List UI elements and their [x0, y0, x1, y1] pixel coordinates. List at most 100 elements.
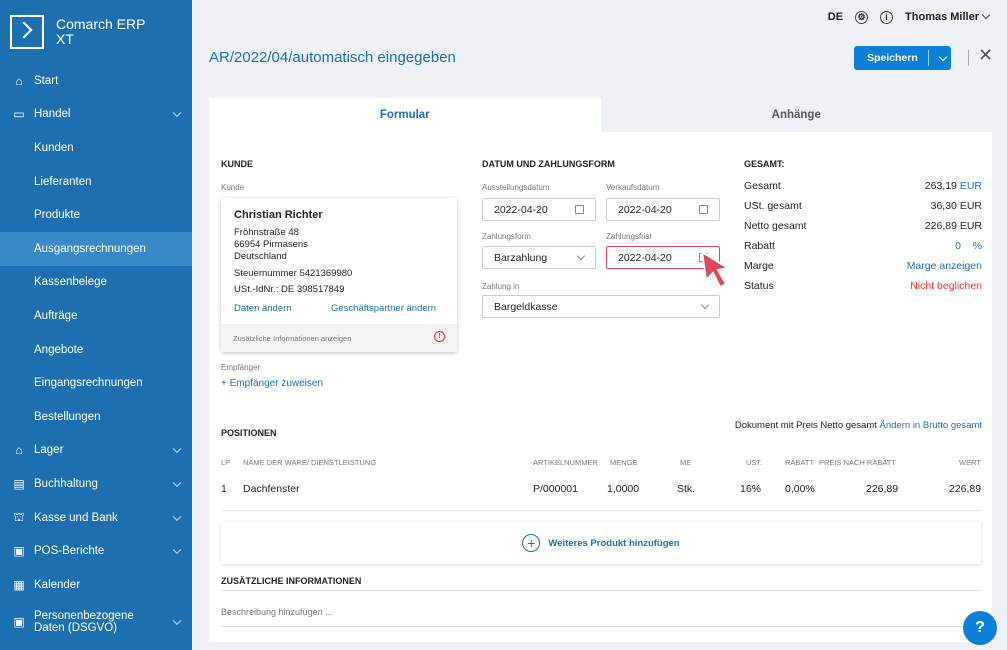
- top-bar: DE ⚙ i Thomas Miller: [192, 0, 1007, 34]
- total-net-row: Netto gesamt 226,89 EUR: [744, 220, 982, 232]
- chevron-down-icon: [700, 300, 710, 309]
- chevron-down-icon: [172, 512, 182, 521]
- sidebar-item-ausgangsrechnungen[interactable]: Ausgangsrechnungen: [0, 231, 192, 266]
- sidebar-item-kassenbelege[interactable]: Kassenbelege: [0, 266, 192, 300]
- warehouse-icon: ⌂: [15, 443, 23, 458]
- save-button[interactable]: Speichern: [854, 46, 951, 70]
- report-icon: ▣: [13, 544, 25, 559]
- col-value: WERT: [959, 458, 981, 467]
- col-vat: UST.: [746, 458, 763, 467]
- sale-date-field[interactable]: 2022-04-20: [606, 198, 720, 221]
- sale-date-label: Verkaufsdatum: [606, 183, 660, 192]
- customer-tax-number: Steuernummer 5421369980: [234, 268, 353, 279]
- sidebar-item-auftraege[interactable]: Aufträge: [0, 299, 192, 333]
- chevron-down-icon[interactable]: [938, 52, 948, 61]
- accounting-icon: ▤: [13, 476, 25, 491]
- recipient-label: Empfänger: [221, 363, 261, 372]
- more-info-toggle[interactable]: Zusätzliche Informationen anzeigen !: [221, 324, 457, 352]
- tab-bar: Formular Anhänge: [209, 98, 992, 132]
- customer-name: Christian Richter: [234, 209, 323, 221]
- margin-row: Marge Marge anzeigen: [744, 260, 982, 272]
- sidebar-item-produkte[interactable]: Produkte: [0, 198, 192, 232]
- chevron-down-icon: [172, 444, 182, 454]
- customer-street: Fröhnstraße 48: [234, 227, 299, 238]
- tab-anhaenge[interactable]: Anhänge: [600, 98, 992, 132]
- settings-icon[interactable]: ⚙: [855, 10, 869, 24]
- show-margin-link[interactable]: Marge anzeigen: [907, 260, 982, 272]
- bank-icon: ⛫: [13, 509, 25, 524]
- payment-in-label: Zahlung in: [482, 282, 520, 291]
- tab-formular[interactable]: Formular: [209, 98, 601, 132]
- discount-input[interactable]: 0 %: [955, 240, 982, 252]
- switch-to-gross-link[interactable]: Ändern in Brutto gesamt: [880, 420, 982, 431]
- customer-city: 66954 Pirmasens: [234, 239, 308, 250]
- edit-data-link[interactable]: Daten ändern: [234, 303, 292, 314]
- positions-heading: POSITIONEN: [221, 428, 277, 438]
- currency-selector[interactable]: EUR: [960, 180, 982, 192]
- col-quantity: MENGE: [610, 458, 638, 467]
- help-button[interactable]: ?: [963, 611, 997, 645]
- sidebar-item-buchhaltung[interactable]: ▤ Buchhaltung: [0, 467, 192, 501]
- chevron-down-icon: [576, 251, 586, 260]
- customer-vat-id: USt.-IdNr.: DE 398517849: [234, 284, 345, 295]
- change-partner-link[interactable]: Geschäftspartner ändern: [331, 303, 436, 314]
- customer-card: Christian Richter Fröhnstraße 48 66954 P…: [221, 198, 457, 352]
- payment-form-label: Zahlungsform: [482, 232, 531, 241]
- home-icon: ⌂: [15, 73, 23, 88]
- col-article-number: ARTIKELNUMMER: [533, 458, 598, 467]
- col-lp: LP: [221, 458, 231, 467]
- app-logo[interactable]: Comarch ERP XT: [0, 0, 192, 64]
- calendar-icon: ▦: [13, 577, 25, 592]
- sidebar-item-eingangsrechnungen[interactable]: Eingangsrechnungen: [0, 366, 192, 400]
- sidebar-item-handel[interactable]: ▭ Handel: [0, 98, 192, 132]
- sidebar-item-bestellungen[interactable]: Bestellungen: [0, 400, 192, 434]
- logo-line1: Comarch ERP: [56, 16, 146, 32]
- logo-line2: XT: [56, 31, 74, 47]
- sidebar-item-start[interactable]: ⌂ Start: [0, 64, 192, 98]
- privacy-icon: ▣: [13, 614, 25, 629]
- issue-date-field[interactable]: 2022-04-20: [482, 198, 596, 221]
- sidebar-item-angebote[interactable]: Angebote: [0, 333, 192, 367]
- total-gross-row: Gesamt 263,19 EUR: [744, 180, 982, 192]
- payment-form-select[interactable]: Barzahlung: [482, 246, 596, 269]
- totals-heading: GESAMT:: [744, 159, 785, 169]
- chevron-down-icon: [172, 108, 182, 118]
- sidebar: Comarch ERP XT ⌂ Start ▭ Handel Kunden Lie…: [0, 0, 192, 650]
- assign-recipient-link[interactable]: + Empfänger zuweisen: [221, 378, 323, 389]
- user-menu[interactable]: Thomas Miller: [905, 10, 991, 23]
- divider: [221, 590, 981, 591]
- sidebar-item-kalender[interactable]: ▦ Kalender: [0, 568, 192, 602]
- invoice-form: KUNDE Kunde Christian Richter Fröhnstraß…: [209, 132, 992, 642]
- customer-country: Deutschland: [234, 251, 287, 262]
- warning-icon: !: [434, 331, 445, 342]
- col-name: NAME DER WARE/ DIENSTLEISTUNG: [243, 458, 377, 467]
- dates-heading: DATUM UND ZAHLUNGSFORM: [482, 159, 615, 169]
- calendar-icon[interactable]: [575, 205, 584, 214]
- col-unit: ME: [680, 458, 692, 467]
- sidebar-item-kasse-und-bank[interactable]: ⛫ Kasse und Bank: [0, 501, 192, 535]
- description-input[interactable]: Beschreibung hinzufügen ...: [221, 607, 333, 617]
- status-row: Status Nicht beglichen: [744, 280, 982, 292]
- discount-row: Rabatt 0 %: [744, 240, 982, 252]
- close-icon[interactable]: ✕: [978, 45, 993, 66]
- sidebar-item-pos-berichte[interactable]: ▣ POS-Berichte: [0, 534, 192, 568]
- sidebar-item-kunden[interactable]: Kunden: [0, 131, 192, 165]
- sidebar-item-dsgvo[interactable]: ▣ Personenbezogene Daten (DSGVO): [0, 602, 192, 642]
- info-icon[interactable]: i: [880, 10, 894, 24]
- divider: [968, 50, 969, 66]
- col-price-after-discount: PREIS NACH RABATT: [819, 458, 896, 467]
- sidebar-item-lager[interactable]: ⌂ Lager: [0, 434, 192, 468]
- comarch-logo-icon: [10, 15, 44, 49]
- add-product-button[interactable]: + Weiteres Produkt hinzufügen: [221, 522, 981, 564]
- calendar-icon[interactable]: [699, 205, 708, 214]
- payment-deadline-label: Zahlungsfrist: [606, 232, 652, 241]
- price-mode-note: Dokument mit Preis Netto gesamt Ändern i…: [734, 420, 982, 431]
- divider: [221, 510, 981, 511]
- chevron-down-icon: [172, 545, 182, 555]
- payment-in-select[interactable]: Bargeldkasse: [482, 295, 720, 318]
- total-vat-row: USt. gesamt 36,30 EUR: [744, 200, 982, 212]
- sidebar-item-lieferanten[interactable]: Lieferanten: [0, 165, 192, 199]
- language-switch[interactable]: DE: [828, 11, 843, 23]
- status-badge: Nicht beglichen: [910, 280, 982, 292]
- document-icon: ▭: [13, 107, 25, 122]
